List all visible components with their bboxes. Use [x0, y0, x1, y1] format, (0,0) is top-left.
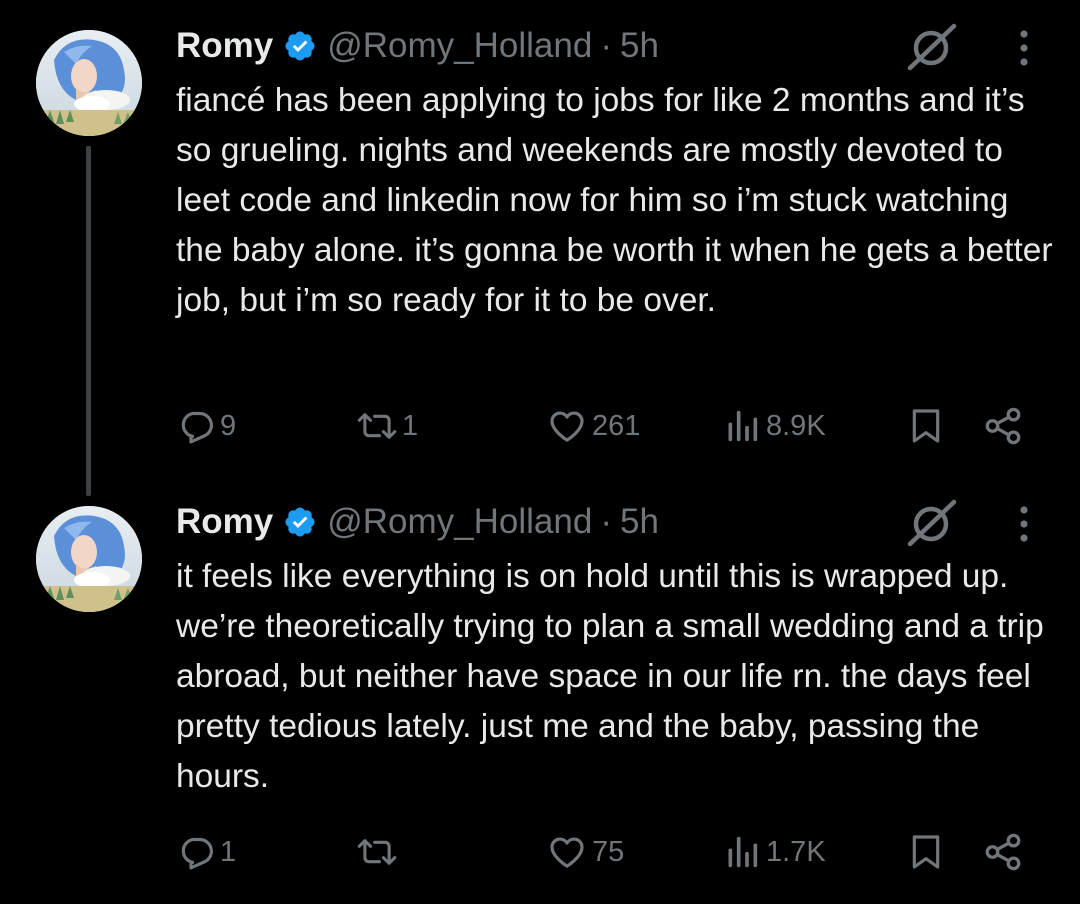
views-chart-icon — [728, 836, 758, 868]
timestamp[interactable]: 5h — [620, 26, 659, 66]
separator-dot: · — [600, 502, 612, 541]
share-button[interactable] — [982, 826, 1024, 878]
like-button[interactable]: 75 — [546, 826, 624, 878]
more-options-icon[interactable] — [1004, 26, 1044, 70]
share-icon — [985, 833, 1021, 871]
repost-button[interactable] — [356, 826, 402, 878]
display-name[interactable]: Romy — [176, 26, 273, 66]
bookmark-icon — [912, 835, 940, 869]
avatar-image — [36, 30, 142, 136]
tweet-header: Romy @Romy_Holland · 5h — [176, 500, 659, 544]
reply-count: 1 — [220, 835, 237, 868]
tweet-text: fiancé has been applying to jobs for lik… — [176, 82, 1062, 319]
share-button[interactable] — [982, 400, 1024, 452]
repost-button[interactable]: 1 — [356, 400, 418, 452]
view-count: 8.9K — [766, 409, 826, 442]
tweet-text: it feels like everything is on hold unti… — [176, 558, 1054, 795]
like-button[interactable]: 261 — [546, 400, 640, 452]
more-options-icon[interactable] — [1004, 502, 1044, 546]
display-name[interactable]: Romy — [176, 502, 273, 542]
like-count: 261 — [592, 409, 641, 442]
views-button[interactable]: 1.7K — [722, 826, 826, 878]
reply-button[interactable]: 1 — [176, 826, 236, 878]
share-icon — [985, 407, 1021, 445]
reply-icon — [181, 411, 213, 444]
user-handle[interactable]: @Romy_Holland — [327, 26, 592, 66]
user-handle[interactable]: @Romy_Holland — [327, 502, 592, 542]
grok-icon[interactable] — [904, 22, 960, 72]
verified-badge-icon — [283, 29, 317, 63]
timestamp[interactable]: 5h — [620, 502, 659, 542]
tweet-header: Romy @Romy_Holland · 5h — [176, 24, 659, 68]
views-chart-icon — [728, 410, 758, 442]
verified-badge-icon — [283, 505, 317, 539]
repost-icon — [357, 839, 397, 865]
tweet-actions: 1 75 1.7K — [0, 826, 1080, 878]
avatar-image — [36, 506, 142, 612]
repost-count: 1 — [402, 409, 419, 442]
bookmark-button[interactable] — [906, 826, 946, 878]
tweet-actions: 9 1 261 8.9K — [0, 400, 1080, 452]
avatar[interactable] — [36, 30, 142, 136]
separator-dot: · — [600, 26, 612, 65]
tweet[interactable]: Romy @Romy_Holland · 5h fiancé has been … — [0, 0, 1080, 496]
views-button[interactable]: 8.9K — [722, 400, 826, 452]
heart-icon — [550, 837, 584, 868]
reply-icon — [181, 837, 213, 870]
like-count: 75 — [592, 835, 625, 868]
reply-count: 9 — [220, 409, 237, 442]
bookmark-button[interactable] — [906, 400, 946, 452]
repost-icon — [357, 413, 397, 439]
heart-icon — [550, 411, 584, 442]
grok-icon[interactable] — [904, 498, 960, 548]
tweet[interactable]: Romy @Romy_Holland · 5h it feels like ev… — [0, 476, 1080, 904]
bookmark-icon — [912, 409, 940, 443]
view-count: 1.7K — [766, 835, 826, 868]
avatar[interactable] — [36, 506, 142, 612]
reply-button[interactable]: 9 — [176, 400, 236, 452]
